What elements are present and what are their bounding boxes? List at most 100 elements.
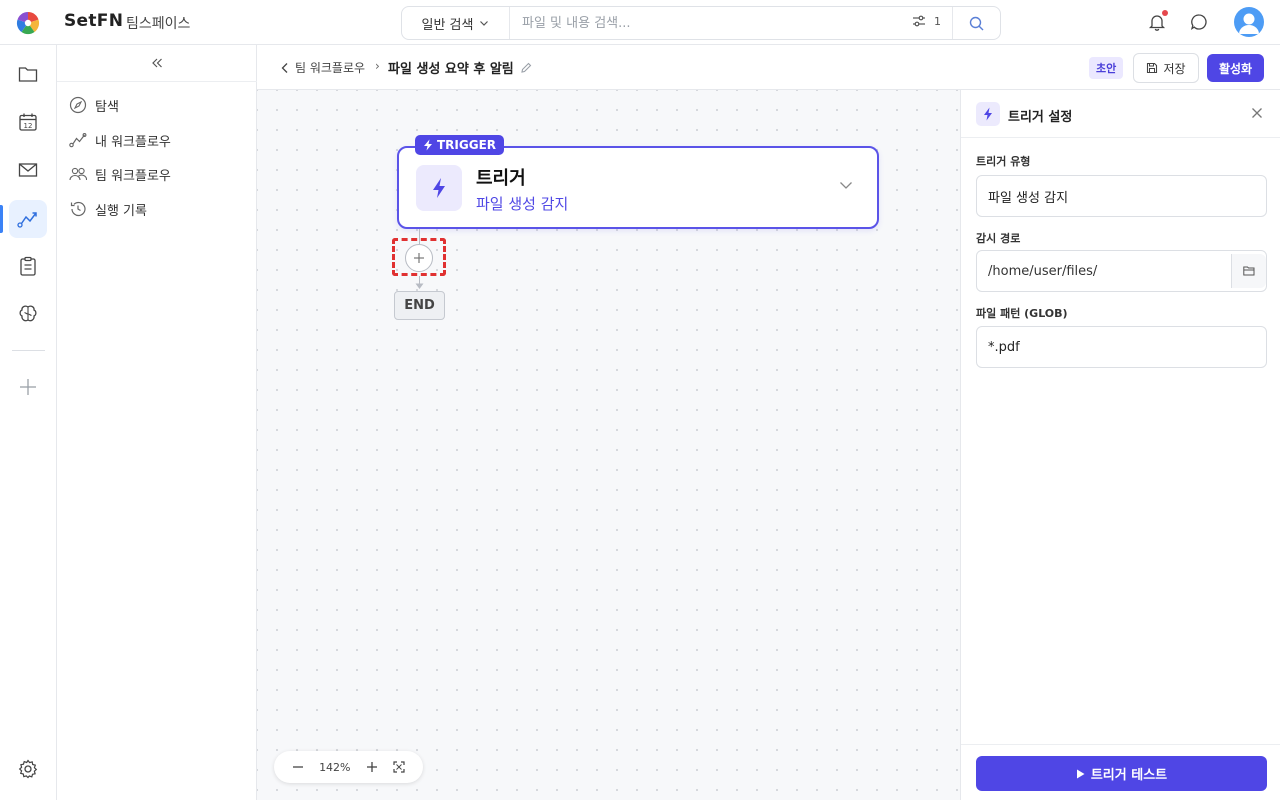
rail-add-button[interactable] (9, 368, 47, 406)
search-mode-select[interactable]: 일반 검색 (402, 7, 510, 39)
brand-name: SetFN (64, 11, 124, 31)
breadcrumb-parent[interactable]: 팀 워크플로우 (281, 59, 365, 76)
calendar-day: 12 (24, 122, 33, 130)
rail-files[interactable] (9, 55, 47, 93)
arrow-down-icon (415, 283, 424, 289)
trigger-settings-panel: 트리거 설정 트리거 유형 파일 생성 감지 감시 경로 /home/user/… (960, 90, 1280, 800)
chevron-down-icon[interactable] (839, 180, 853, 190)
compass-icon (69, 96, 87, 114)
rail-ai[interactable] (9, 295, 47, 333)
nav-item-label: 팀 워크플로우 (95, 168, 171, 184)
collapse-sidebar-button[interactable] (57, 45, 257, 82)
save-button[interactable]: 저장 (1133, 53, 1199, 83)
breadcrumb-separator: › (375, 59, 380, 73)
status-badge: 초안 (1089, 57, 1124, 79)
top-header: SetFN 팀스페이스 일반 검색 1 (0, 0, 1280, 45)
watch-path-value: /home/user/files/ (988, 263, 1098, 279)
chevron-down-icon (480, 21, 489, 26)
search-input[interactable] (522, 13, 902, 33)
trigger-node-icon (416, 165, 462, 211)
trigger-node-title: 트리거 (476, 168, 526, 189)
file-pattern-field[interactable]: *.pdf (976, 326, 1267, 368)
panel-footer: 트리거 테스트 (961, 744, 1280, 800)
plus-icon (20, 379, 36, 395)
rail-settings[interactable] (9, 750, 47, 788)
rail-mail[interactable] (9, 151, 47, 189)
workspace-name[interactable]: 팀스페이스 (126, 13, 190, 33)
history-icon (70, 201, 86, 217)
notifications-button[interactable] (1146, 10, 1168, 33)
trigger-tag-label: TRIGGER (437, 138, 497, 152)
clipboard-icon (20, 256, 36, 276)
nav-item-run-history[interactable]: 실행 기록 (69, 197, 147, 221)
mail-icon (18, 163, 38, 177)
workflow-subheader: 팀 워크플로우 › 파일 생성 요약 후 알림 초안 저장 활성화 (257, 45, 1280, 90)
save-button-label: 저장 (1163, 61, 1186, 76)
plus-icon (414, 253, 424, 263)
brain-icon (19, 305, 37, 322)
search-button[interactable] (952, 7, 1000, 39)
folder-open-icon (1243, 266, 1255, 276)
watch-path-label: 감시 경로 (976, 232, 1021, 245)
end-node[interactable]: END (394, 291, 445, 320)
chevron-left-icon (281, 62, 288, 73)
zoom-out-icon[interactable] (292, 761, 304, 773)
breadcrumb-current: 파일 생성 요약 후 알림 (388, 58, 532, 77)
app-rail: 12 (0, 45, 57, 800)
close-icon[interactable] (1251, 107, 1263, 119)
notification-dot (1162, 10, 1168, 16)
messages-button[interactable] (1188, 11, 1210, 33)
trigger-type-select[interactable]: 파일 생성 감지 (976, 175, 1267, 217)
file-pattern-label: 파일 패턴 (GLOB) (976, 307, 1068, 320)
fit-screen-icon[interactable] (393, 761, 405, 773)
search-icon (969, 16, 984, 30)
chat-icon (1190, 14, 1207, 30)
calendar-icon: 12 (19, 113, 37, 131)
trigger-node[interactable]: 트리거 파일 생성 감지 (397, 146, 879, 229)
watch-path-field[interactable]: /home/user/files/ (976, 250, 1267, 292)
breadcrumb-parent-label: 팀 워크플로우 (295, 61, 366, 75)
rail-divider (12, 350, 45, 351)
sliders-icon (913, 15, 925, 27)
panel-header: 트리거 설정 (961, 90, 1280, 138)
test-trigger-button[interactable]: 트리거 테스트 (976, 756, 1267, 791)
workflow-icon (69, 133, 87, 148)
play-icon (1076, 769, 1085, 778)
filter-count: 1 (934, 14, 941, 28)
workflow-canvas[interactable]: TRIGGER 트리거 파일 생성 감지 END 142% (257, 90, 960, 800)
rail-workflow[interactable] (9, 200, 47, 238)
user-avatar[interactable] (1234, 7, 1264, 37)
rail-tasks[interactable] (9, 247, 47, 285)
browse-folder-button[interactable] (1231, 254, 1266, 288)
trigger-tag: TRIGGER (415, 135, 505, 155)
workflow-sidenav: 탐색 내 워크플로우 팀 워크플로우 실행 기록 (57, 45, 257, 800)
user-icon (1239, 13, 1259, 34)
workflow-icon (17, 212, 37, 228)
workflow-title: 파일 생성 요약 후 알림 (388, 62, 514, 77)
rail-active-indicator (0, 205, 3, 233)
zoom-in-icon[interactable] (366, 761, 378, 773)
bolt-icon (433, 178, 445, 198)
trigger-type-value: 파일 생성 감지 (988, 190, 1069, 206)
rail-calendar[interactable]: 12 (9, 103, 47, 141)
nav-item-my-workflows[interactable]: 내 워크플로우 (69, 128, 171, 152)
logo-icon[interactable] (16, 11, 40, 35)
search-filter-button[interactable]: 1 (912, 14, 941, 28)
test-trigger-label: 트리거 테스트 (1090, 768, 1168, 783)
nav-item-explore[interactable]: 탐색 (69, 93, 119, 117)
nav-item-team-workflows[interactable]: 팀 워크플로우 (69, 162, 171, 186)
team-icon (69, 167, 87, 181)
zoom-level: 142% (319, 760, 351, 774)
pencil-icon[interactable] (520, 62, 532, 74)
file-pattern-value: *.pdf (988, 339, 1020, 355)
search-mode-label: 일반 검색 (421, 17, 474, 33)
zoom-controls: 142% (274, 751, 423, 783)
bolt-icon (984, 107, 992, 121)
nav-item-label: 실행 기록 (95, 203, 147, 219)
activate-button[interactable]: 활성화 (1207, 54, 1264, 82)
trigger-node-subtitle: 파일 생성 감지 (476, 195, 569, 213)
panel-bolt-badge (976, 102, 1000, 126)
add-step-button[interactable] (405, 244, 433, 272)
nav-item-label: 내 워크플로우 (95, 134, 171, 150)
nav-item-label: 탐색 (95, 99, 119, 115)
